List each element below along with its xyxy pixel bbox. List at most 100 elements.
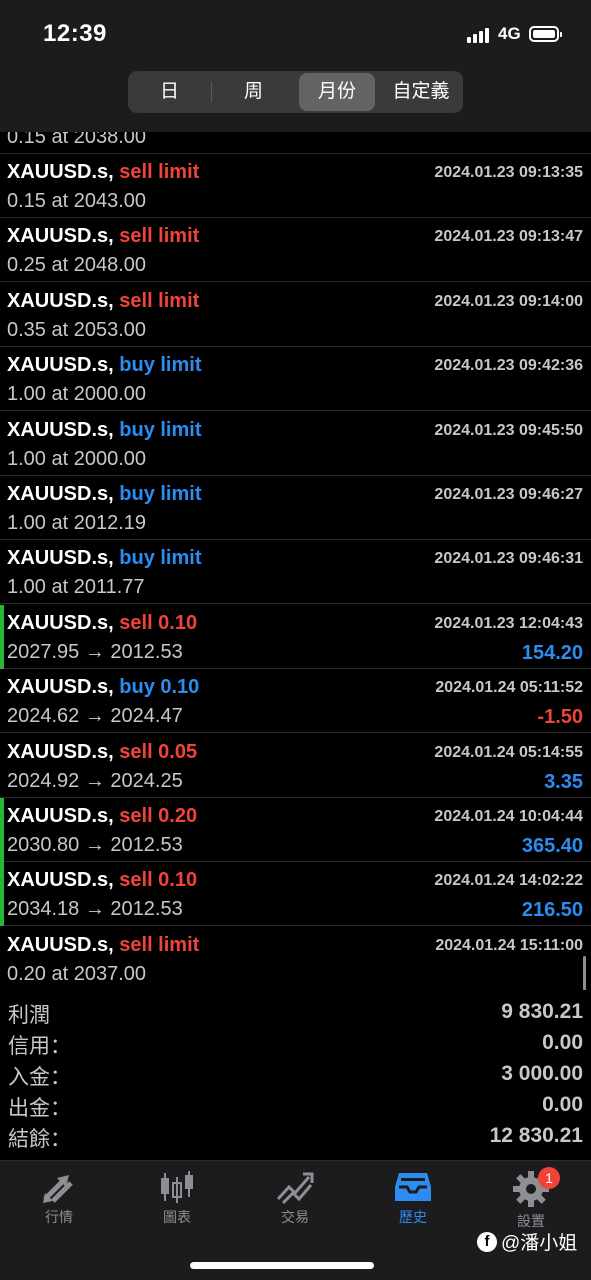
order-detail: 0.20 at 2037.00 <box>7 962 147 985</box>
order-title: XAUUSD.s, buy limit <box>7 483 202 506</box>
order-profit: 3.35 <box>544 770 583 793</box>
order-action: buy limit <box>119 354 202 377</box>
order-time: 2024.01.24 14:02:22 <box>434 872 583 890</box>
order-symbol: XAUUSD.s, <box>7 676 114 699</box>
order-time: 2024.01.23 09:46:31 <box>434 550 583 568</box>
tab-month[interactable]: 月份 <box>299 73 375 111</box>
order-title: XAUUSD.s, sell 0.10 <box>7 612 197 635</box>
network-type: 4G <box>498 24 521 43</box>
bottom-tab-bar: 行情 圖表 交易 歷史 1 設置 <box>0 1160 591 1280</box>
tab-week[interactable]: 周 <box>212 71 295 113</box>
list-item[interactable]: XAUUSD.s, buy limit 2024.01.23 09:42:36 1.… <box>0 347 591 412</box>
summary-value: 0.00 <box>542 1093 583 1116</box>
order-symbol: XAUUSD.s, <box>7 225 114 248</box>
order-detail: 2024.62 → 2024.47 <box>7 705 183 728</box>
summary-profit: 利潤 9 830.21 <box>0 997 591 1028</box>
order-profit: -1.50 <box>537 706 583 729</box>
order-action: buy limit <box>119 418 202 441</box>
summary-value: 9 830.21 <box>501 1000 583 1023</box>
profit-accent-bar <box>0 862 4 927</box>
nav-quotes[interactable]: 行情 <box>0 1169 118 1239</box>
summary-label: 信用： <box>8 1035 71 1058</box>
list-item[interactable]: XAUUSD.s, sell limit 2024.01.24 15:11:00 0… <box>0 927 591 990</box>
order-action: sell limit <box>119 161 200 183</box>
watermark: f @潘小姐 <box>477 1228 577 1255</box>
order-detail: 2024.92 → 2024.25 <box>7 769 183 792</box>
nav-label: 歷史 <box>399 1209 427 1225</box>
profit-accent-bar <box>0 798 4 862</box>
order-symbol: XAUUSD.s, <box>7 805 114 827</box>
candlestick-chart-icon <box>161 1171 193 1203</box>
nav-history[interactable]: 歷史 <box>354 1169 472 1239</box>
list-item[interactable]: XAUUSD.s, sell 0.10 2024.01.24 14:02:22 20… <box>0 862 591 927</box>
trade-trend-icon <box>276 1172 314 1205</box>
order-time: 2024.01.24 15:11:00 <box>435 936 583 954</box>
order-action: buy limit <box>119 483 202 505</box>
tab-day[interactable]: 日 <box>128 71 211 113</box>
summary-value: 12 830.21 <box>489 1124 583 1147</box>
list-item[interactable]: XAUUSD.s, sell limit 2024.01.23 09:13:47 0… <box>0 218 591 283</box>
list-item[interactable]: XAUUSD.s, sell 0.10 2024.01.23 12:04:43 20… <box>0 604 591 669</box>
summary-balance: 結餘： 12 830.21 <box>0 1121 591 1152</box>
profit-accent-bar <box>0 604 4 669</box>
summary-label: 出金： <box>8 1097 71 1120</box>
order-detail: 0.15 at 2038.00 <box>7 132 147 148</box>
order-action: sell 0.10 <box>119 611 198 634</box>
order-time: 2024.01.23 09:45:50 <box>434 421 583 439</box>
signal-strength-icon <box>467 28 489 43</box>
order-time: 2024.01.24 10:04:44 <box>434 808 583 825</box>
battery-icon <box>529 26 562 42</box>
order-time: 2024.01.23 09:13:47 <box>434 228 583 246</box>
summary-value: 0.00 <box>542 1031 583 1054</box>
summary-value: 3 000.00 <box>501 1062 583 1085</box>
order-action: sell limit <box>119 289 200 312</box>
order-title: XAUUSD.s, sell 0.10 <box>7 869 197 892</box>
history-inbox-icon <box>395 1173 431 1201</box>
list-item[interactable]: XAUUSD.s, sell 0.20 2024.01.24 10:04:44 20… <box>0 798 591 862</box>
order-time: 2024.01.23 09:42:36 <box>434 357 583 375</box>
summary-label: 利潤 <box>8 1004 50 1027</box>
order-title: XAUUSD.s, buy limit <box>7 354 202 377</box>
summary-deposit: 入金： 3 000.00 <box>0 1059 591 1090</box>
list-item[interactable]: XAUUSD.s, buy limit 2024.01.23 09:46:31 1.… <box>0 540 591 605</box>
order-action: sell 0.05 <box>119 740 198 763</box>
history-list[interactable]: 0.15 at 2038.00 XAUUSD.s, sell limit 2024… <box>0 132 591 990</box>
list-item[interactable]: XAUUSD.s, buy limit 2024.01.23 09:46:27 1.… <box>0 476 591 540</box>
order-symbol: XAUUSD.s, <box>7 933 114 956</box>
order-detail: 0.25 at 2048.00 <box>7 254 147 277</box>
order-detail: 1.00 at 2011.77 <box>7 576 145 599</box>
home-indicator[interactable] <box>190 1262 374 1269</box>
order-time: 2024.01.24 05:11:52 <box>435 679 583 697</box>
list-item[interactable]: XAUUSD.s, sell limit 2024.01.23 09:13:35 0… <box>0 154 591 218</box>
nav-label: 行情 <box>45 1209 73 1225</box>
summary-label: 結餘： <box>8 1128 71 1151</box>
order-detail: 1.00 at 2000.00 <box>7 447 147 470</box>
status-bar: 12:39 4G <box>0 0 591 64</box>
order-symbol: XAUUSD.s, <box>7 483 114 505</box>
order-profit: 154.20 <box>521 641 583 664</box>
order-title: XAUUSD.s, sell 0.20 <box>7 805 197 828</box>
order-symbol: XAUUSD.s, <box>7 418 114 441</box>
summary-credit: 信用： 0.00 <box>0 1028 591 1059</box>
order-action: buy limit <box>119 547 202 570</box>
list-item[interactable]: XAUUSD.s, sell 0.05 2024.01.24 05:14:55 20… <box>0 734 591 798</box>
order-title: XAUUSD.s, sell limit <box>7 161 199 184</box>
list-item[interactable]: XAUUSD.s, sell limit 2024.01.23 09:14:00 0… <box>0 283 591 347</box>
order-symbol: XAUUSD.s, <box>7 611 114 634</box>
nav-trade[interactable]: 交易 <box>236 1169 354 1239</box>
scrollbar[interactable] <box>583 956 586 990</box>
list-item-partial[interactable]: 0.15 at 2038.00 <box>0 132 591 154</box>
order-time: 2024.01.23 12:04:43 <box>434 614 583 632</box>
order-time: 2024.01.23 09:14:00 <box>434 292 583 310</box>
tab-custom[interactable]: 自定義 <box>379 71 463 113</box>
summary-label: 入金： <box>8 1066 71 1089</box>
nav-chart[interactable]: 圖表 <box>118 1169 236 1239</box>
order-profit: 216.50 <box>521 899 583 922</box>
order-detail: 1.00 at 2000.00 <box>7 383 147 406</box>
notification-badge: 1 <box>538 1167 560 1189</box>
summary-withdrawal: 出金： 0.00 <box>0 1090 591 1121</box>
order-symbol: XAUUSD.s, <box>7 161 114 183</box>
list-item[interactable]: XAUUSD.s, buy limit 2024.01.23 09:45:50 1.… <box>0 412 591 476</box>
list-item[interactable]: XAUUSD.s, buy 0.10 2024.01.24 05:11:52 202… <box>0 669 591 734</box>
order-detail: 2030.80 → 2012.53 <box>7 834 183 856</box>
